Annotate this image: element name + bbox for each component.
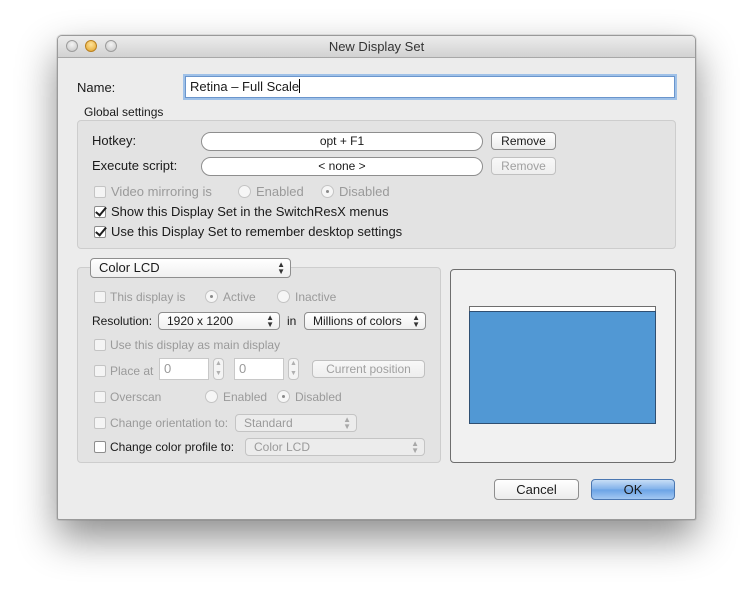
place-x-input: 0 [159,358,209,380]
resolution-label: Resolution: [92,314,153,328]
mirroring-disabled-radio [321,185,334,198]
script-remove-button: Remove [491,157,556,175]
hotkey-label: Hotkey: [92,133,137,148]
place-x-stepper: ▲ ▼ [213,358,224,380]
display-selector-popup[interactable]: Color LCD ▲ ▼ [90,258,291,278]
color-profile-popup: Color LCD ▲ ▼ [245,438,425,456]
overscan-checkbox [94,391,106,403]
preview-display-screen[interactable] [469,311,656,424]
overscan-label: Overscan [110,390,162,404]
overscan-disabled-label: Disabled [295,390,342,404]
display-arrangement-preview [450,269,676,463]
new-display-set-dialog: New Display Set Name: Retina – Full Scal… [57,35,696,520]
this-display-is-label: This display is [110,290,186,304]
popup-arrows-icon: ▲ ▼ [277,260,285,276]
display-active-label: Active [223,290,256,304]
overscan-enabled-label: Enabled [223,390,268,404]
in-label: in [287,314,297,328]
orientation-checkbox [94,417,106,429]
popup-arrows-icon: ▲ ▼ [266,313,274,329]
main-display-checkbox [94,339,106,351]
mirroring-disabled-label: Disabled [339,184,390,199]
global-settings-group: Hotkey: opt + F1 Remove Execute script: … [77,120,676,249]
hotkey-field[interactable]: opt + F1 [201,132,483,151]
name-value: Retina – Full Scale [190,79,300,94]
text-caret [299,79,301,93]
place-y-stepper: ▲ ▼ [288,358,299,380]
remember-desktop-label[interactable]: Use this Display Set to remember desktop… [111,224,402,239]
current-position-button: Current position [312,360,425,378]
place-y-input: 0 [234,358,284,380]
name-label: Name: [77,80,116,95]
hotkey-remove-button[interactable]: Remove [491,132,556,150]
place-at-label: Place at [110,364,154,378]
show-in-menus-label[interactable]: Show this Display Set in the SwitchResX … [111,204,388,219]
color-depth-popup[interactable]: Millions of colors ▲ ▼ [304,312,426,330]
display-inactive-radio [277,290,290,303]
execute-script-label: Execute script: [92,158,178,173]
title-bar[interactable]: New Display Set [58,36,695,58]
popup-arrows-icon: ▲ ▼ [411,439,419,455]
display-active-radio [205,290,218,303]
name-input[interactable]: Retina – Full Scale [185,76,675,98]
window-title: New Display Set [328,39,425,54]
popup-arrows-icon: ▲ ▼ [343,415,351,431]
this-display-is-checkbox [94,291,106,303]
video-mirroring-checkbox [94,186,106,198]
execute-script-field[interactable]: < none > [201,157,483,176]
orientation-label: Change orientation to: [110,416,229,430]
mirroring-enabled-radio [238,185,251,198]
orientation-popup: Standard ▲ ▼ [235,414,357,432]
cancel-button[interactable]: Cancel [494,479,579,500]
remember-desktop-checkbox[interactable] [94,226,106,238]
popup-arrows-icon: ▲ ▼ [412,313,420,329]
resolution-value: 1920 x 1200 [167,314,234,328]
mirroring-enabled-label: Enabled [256,184,304,199]
overscan-disabled-radio [277,390,290,403]
display-inactive-label: Inactive [295,290,337,304]
color-profile-checkbox[interactable] [94,441,106,453]
show-in-menus-checkbox[interactable] [94,206,106,218]
orientation-value: Standard [244,416,293,430]
video-mirroring-label: Video mirroring is [111,184,212,199]
place-at-checkbox [94,365,106,377]
ok-button[interactable]: OK [591,479,675,500]
resolution-popup[interactable]: 1920 x 1200 ▲ ▼ [158,312,280,330]
global-settings-title: Global settings [84,105,164,119]
color-depth-value: Millions of colors [313,314,402,328]
main-display-label: Use this display as main display [110,338,281,352]
overscan-enabled-radio [205,390,218,403]
display-settings-group: This display is Active Inactive Resoluti… [77,267,441,463]
display-selector-value: Color LCD [99,260,160,275]
color-profile-label[interactable]: Change color profile to: [110,440,234,454]
color-profile-value: Color LCD [254,440,311,454]
